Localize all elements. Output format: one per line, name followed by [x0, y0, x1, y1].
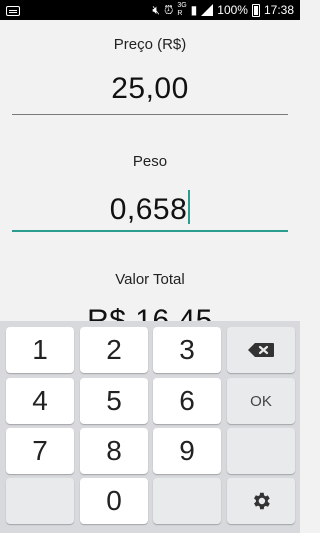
key-6[interactable]: 6 [153, 378, 221, 424]
price-underline [12, 114, 288, 115]
status-bar: 🔇︎ ⏰︎ 3G R ▮ 100% 17:38 [0, 0, 300, 20]
ok-key[interactable]: OK [227, 378, 295, 424]
backspace-icon [248, 343, 274, 357]
key-1[interactable]: 1 [6, 327, 74, 373]
key-8[interactable]: 8 [80, 428, 148, 474]
network-label: 3G [177, 2, 187, 9]
key-9[interactable]: 9 [153, 428, 221, 474]
key-4[interactable]: 4 [6, 378, 74, 424]
sim-icon: ▮ [190, 3, 198, 17]
blank-key [227, 428, 295, 474]
weight-input[interactable]: 0,658 [12, 190, 288, 227]
alarm-icon: ⏰︎ [163, 3, 174, 17]
blank-key [6, 478, 74, 524]
blank-key [153, 478, 221, 524]
key-0[interactable]: 0 [80, 478, 148, 524]
mute-icon: 🔇︎ [152, 3, 160, 17]
network-indicator: 3G R [177, 2, 186, 18]
settings-key[interactable] [227, 478, 295, 524]
backspace-key[interactable] [227, 327, 295, 373]
total-label: Valor Total [115, 271, 185, 288]
weight-value: 0,658 [109, 193, 188, 226]
key-5[interactable]: 5 [80, 378, 148, 424]
price-label: Preço (R$) [113, 36, 187, 53]
key-3[interactable]: 3 [153, 327, 221, 373]
status-left [6, 3, 20, 21]
price-input[interactable]: 25,00 [12, 72, 288, 106]
numeric-keyboard: 1 2 3 4 5 6 OK 7 8 9 0 [0, 321, 300, 533]
network-sub: R [177, 10, 183, 17]
signal-icon [201, 4, 214, 16]
battery-percent: 100% [217, 3, 248, 17]
keyboard-icon [6, 6, 20, 16]
key-2[interactable]: 2 [80, 327, 148, 373]
gear-icon [254, 492, 270, 510]
text-cursor [188, 190, 191, 224]
clock: 17:38 [263, 3, 294, 17]
battery-icon [251, 3, 260, 17]
status-right: 🔇︎ ⏰︎ 3G R ▮ 100% 17:38 [152, 1, 294, 19]
price-value: 25,00 [111, 72, 189, 105]
weight-underline [12, 230, 288, 232]
weight-label: Peso [132, 153, 168, 170]
key-7[interactable]: 7 [6, 428, 74, 474]
